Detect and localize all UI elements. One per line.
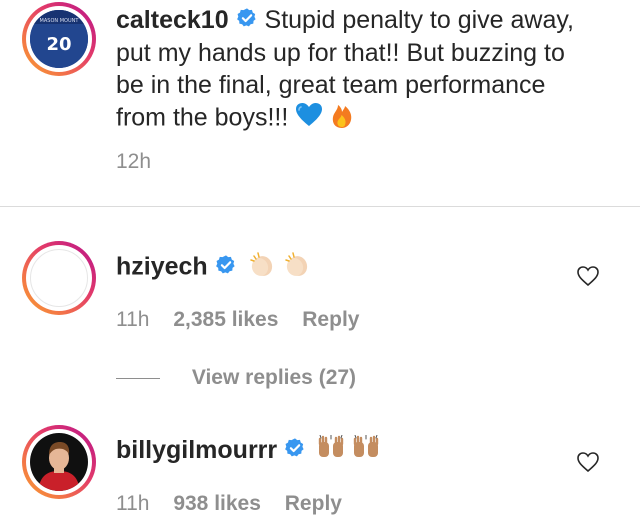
view-replies-label: View replies (27): [191, 366, 357, 389]
view-replies[interactable]: View replies (27): [116, 366, 356, 390]
caption-meta: 12h: [116, 150, 169, 174]
caption-line-3: be in the final, great team performance: [116, 71, 546, 100]
jersey-number: 20: [46, 34, 71, 55]
divider: [0, 206, 640, 207]
clapping-hands-emoji-icon: [248, 250, 276, 286]
caption-line-1: Stupid penalty to give away,: [264, 6, 574, 34]
view-replies-line: [116, 377, 160, 379]
like-heart-icon[interactable]: [576, 450, 600, 474]
comment-meta: 11h 938 likes Reply: [116, 492, 360, 516]
avatar-calteck10[interactable]: MASON MOUNT 20: [22, 2, 96, 76]
avatar-hziyech[interactable]: [22, 241, 96, 315]
comment-timestamp: 11h: [116, 308, 150, 331]
comment-text: billygilmourrr: [116, 434, 380, 467]
comment-meta: 11h 2,385 likes Reply: [116, 308, 377, 332]
likes-count[interactable]: 938 likes: [173, 492, 261, 515]
verified-badge-icon: [215, 252, 237, 284]
verified-badge-icon: [236, 5, 258, 37]
svg-text:MASON MOUNT: MASON MOUNT: [40, 18, 80, 24]
comment-text: hziyech: [116, 250, 311, 286]
profile-photo-blank: [30, 249, 88, 307]
fire-emoji-icon: [330, 101, 354, 137]
post-timestamp: 12h: [116, 150, 152, 173]
profile-photo: [30, 433, 88, 491]
comment-timestamp: 11h: [116, 492, 150, 515]
like-heart-icon[interactable]: [576, 264, 600, 288]
caption-line-4: from the boys!!!: [116, 104, 289, 132]
reply-button[interactable]: Reply: [302, 308, 359, 331]
caption-text: calteck10 Stupid penalty to give away, p…: [116, 4, 616, 137]
raising-hands-emoji-icon: [352, 434, 380, 467]
verified-badge-icon: [284, 435, 306, 467]
reply-button[interactable]: Reply: [285, 492, 342, 515]
likes-count[interactable]: 2,385 likes: [173, 308, 278, 331]
raising-hands-emoji-icon: [317, 434, 345, 467]
username[interactable]: hziyech: [116, 253, 208, 281]
blue-heart-emoji-icon: [295, 102, 323, 136]
avatar-billygilmourrr[interactable]: [22, 425, 96, 499]
clapping-hands-emoji-icon: [283, 250, 311, 286]
username[interactable]: billygilmourrr: [116, 436, 277, 464]
profile-photo: MASON MOUNT 20: [30, 10, 88, 68]
caption-line-2: put my hands up for that!! But buzzing t…: [116, 39, 565, 68]
username[interactable]: calteck10: [116, 6, 229, 34]
